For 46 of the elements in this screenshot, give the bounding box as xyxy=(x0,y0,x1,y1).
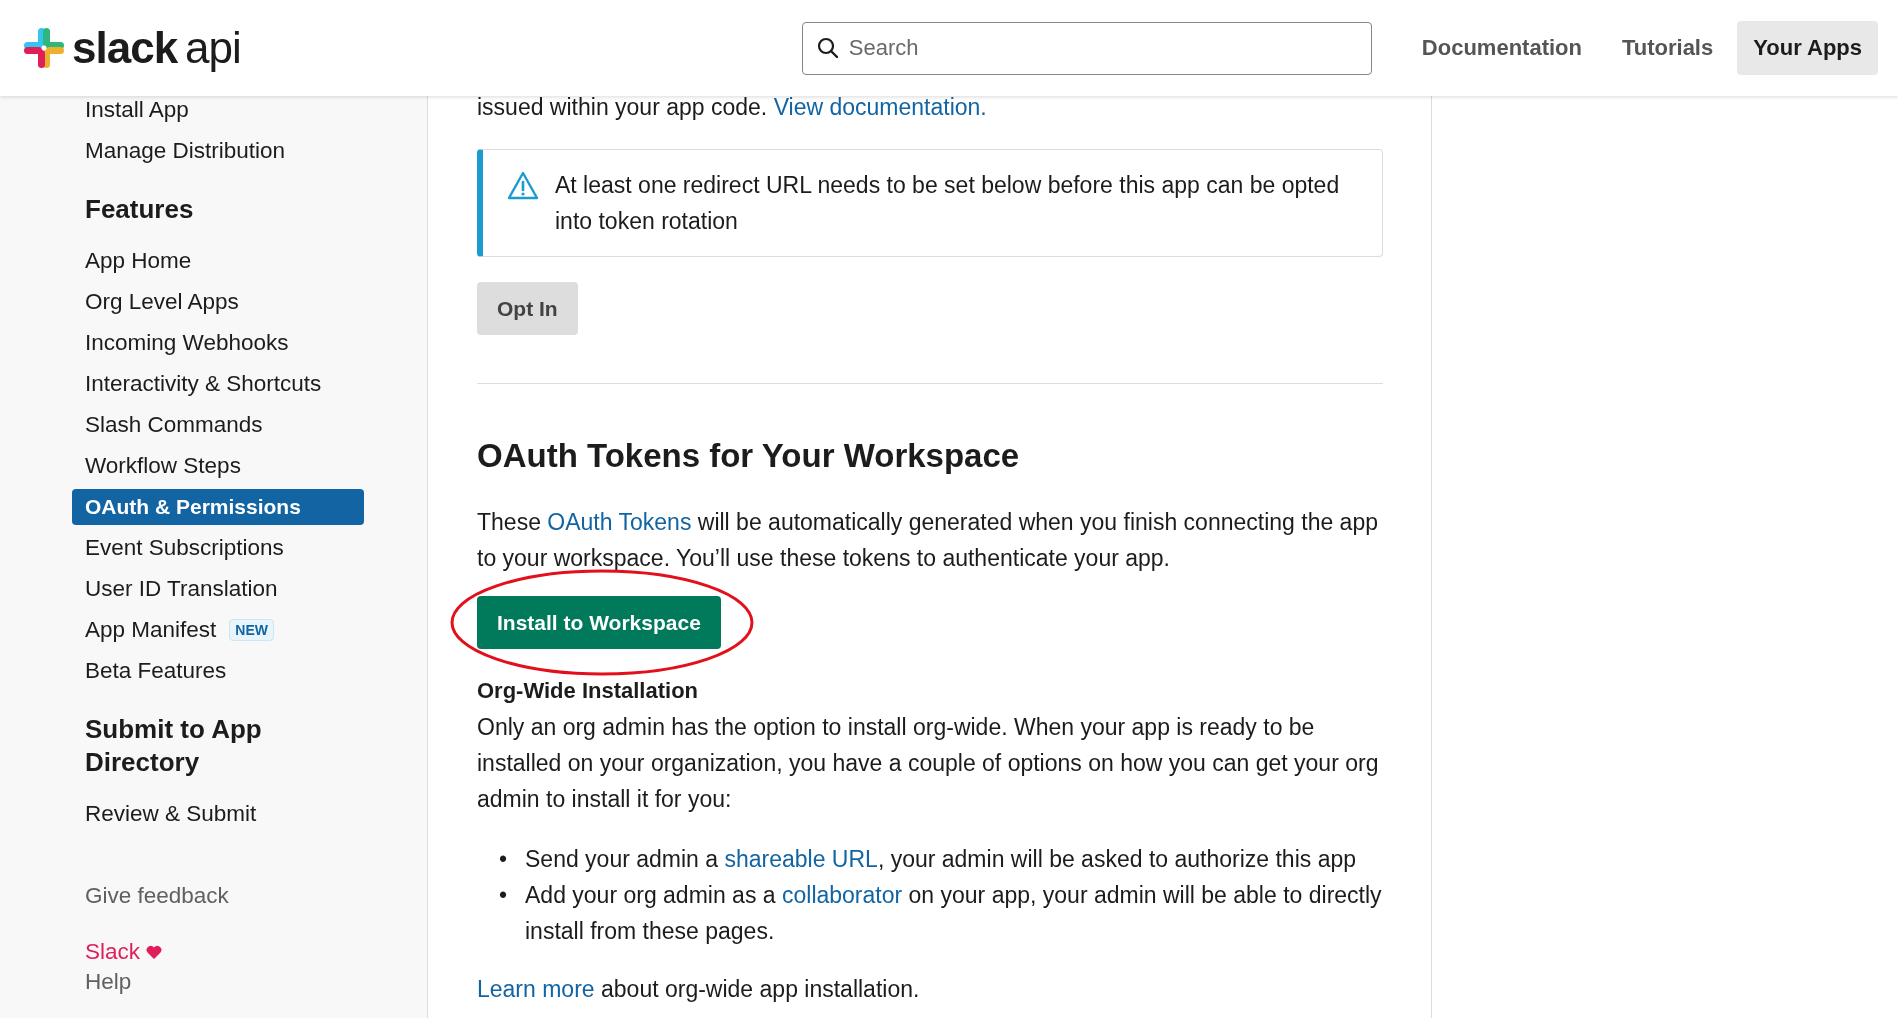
nav-item[interactable]: Incoming Webhooks xyxy=(72,324,302,361)
nav-link[interactable]: Your Apps xyxy=(1737,21,1878,75)
section-heading: Features xyxy=(84,193,195,226)
bullet: • xyxy=(499,881,509,910)
nav-item[interactable]: Install App xyxy=(72,91,202,128)
link[interactable]: View documentation. xyxy=(773,94,987,120)
slack-link[interactable]: Slack xyxy=(85,936,163,968)
list-item: Send your admin a shareable URL, your admin will be asked to authorize this app xyxy=(525,845,1357,874)
search-field[interactable]: Search xyxy=(801,21,1372,75)
section-title: OAuth Tokens for Your Workspace xyxy=(477,436,1021,476)
opt-in-button[interactable]: Opt In xyxy=(477,282,578,335)
nav-link[interactable]: Documentation xyxy=(1405,21,1598,75)
nav-item[interactable]: Workflow Steps xyxy=(72,447,254,484)
link[interactable]: shareable URL xyxy=(724,846,878,872)
link[interactable]: collaborator xyxy=(782,882,903,908)
link[interactable]: OAuth Tokens xyxy=(547,509,692,535)
nav-item[interactable]: Beta Features xyxy=(72,652,240,689)
paragraph: These OAuth Tokens will be automatically generated when you finish connecting the app to your workspace. You’ll use these tokens to authenticate your app. xyxy=(477,508,1379,573)
heart-icon xyxy=(146,945,163,959)
nav-item[interactable]: App Manifest xyxy=(72,611,230,648)
list-item: Add your org admin as a collaborator on your app, your admin will be able to directly install from these pages. xyxy=(525,881,1383,946)
nav-item[interactable]: App Home xyxy=(72,242,205,279)
feedback-link[interactable]: Give feedback xyxy=(85,878,427,914)
logo-text[interactable]: slack api xyxy=(72,26,241,70)
help-link[interactable]: Help xyxy=(85,968,427,996)
nav-item[interactable]: User ID Translation xyxy=(72,570,291,607)
nav-item[interactable]: Slash Commands xyxy=(72,406,276,443)
search-icon xyxy=(816,36,839,59)
link[interactable]: Learn more xyxy=(477,976,595,1002)
logo-icon[interactable] xyxy=(22,26,66,70)
paragraph: Learn more about org-wide app installation. xyxy=(477,975,921,1004)
nav-item[interactable]: OAuth & Permissions xyxy=(72,488,364,525)
alert-text: At least one redirect URL needs to be set below before this app can be opted into token rotation xyxy=(555,171,1341,236)
subsection-title: Org-Wide Installation xyxy=(477,677,700,705)
section-heading: Submit to App Directory xyxy=(84,713,263,779)
warning-icon xyxy=(507,171,539,201)
nav-item[interactable]: Event Subscriptions xyxy=(72,529,297,566)
bullet: • xyxy=(499,845,509,874)
nav-link[interactable]: Tutorials xyxy=(1605,21,1730,75)
nav-item[interactable]: Review & Submit xyxy=(72,795,270,832)
install-button[interactable]: Install to Workspace xyxy=(477,596,721,649)
nav-item[interactable]: Interactivity & Shortcuts xyxy=(72,365,335,402)
new-badge: NEW xyxy=(229,618,274,641)
paragraph: Only an org admin has the option to install org-wide. When your app is ready to be installed on your organization, you have a couple of options on how you can get your org admin to install it for you: xyxy=(477,713,1380,814)
nav-item[interactable]: Org Level Apps xyxy=(72,283,252,320)
nav-item[interactable]: Manage Distribution xyxy=(72,132,299,169)
